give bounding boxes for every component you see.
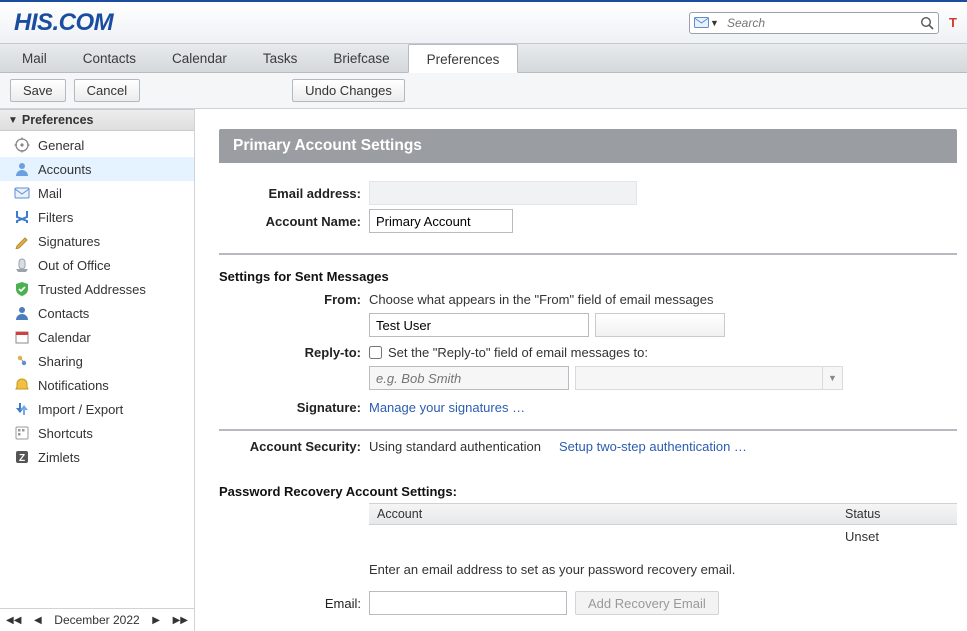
sidebar-item-import-export[interactable]: Import / Export [0,397,194,421]
sharing-icon [14,353,30,369]
search-icon[interactable] [920,16,934,30]
gear-icon [14,137,30,153]
signature-icon [14,233,30,249]
sidebar-item-label: Mail [38,186,62,201]
tab-mail[interactable]: Mail [4,44,65,72]
save-button[interactable]: Save [10,79,66,102]
scope-dropdown-icon[interactable]: ▼ [710,18,719,28]
account-security-label: Account Security: [219,439,369,454]
sidebar-item-accounts[interactable]: Accounts [0,157,194,181]
replyto-checkbox[interactable] [369,346,382,359]
search-field[interactable]: ▼ [689,12,939,34]
recovery-table-status-value: Unset [837,525,957,548]
cal-prev-year-icon[interactable]: ◀◀ [6,615,21,626]
cancel-button[interactable]: Cancel [74,79,140,102]
replyto-name-input [369,366,569,390]
sidebar-item-notifications[interactable]: Notifications [0,373,194,397]
sidebar-item-label: Sharing [38,354,83,369]
sidebar-item-label: Signatures [38,234,100,249]
sidebar-item-label: Calendar [38,330,91,345]
sidebar-item-general[interactable]: General [0,133,194,157]
undo-changes-button[interactable]: Undo Changes [292,79,405,102]
tab-contacts[interactable]: Contacts [65,44,154,72]
sidebar-item-label: Notifications [38,378,109,393]
panel-title: Primary Account Settings [219,129,957,163]
user-initial: T [949,15,957,30]
email-address-label: Email address: [219,186,369,201]
sidebar-item-signatures[interactable]: Signatures [0,229,194,253]
zimlet-icon: Z [14,449,30,465]
recovery-hint: Enter an email address to set as your pa… [369,548,957,587]
sidebar-item-label: Shortcuts [38,426,93,441]
sidebar-item-filters[interactable]: Filters [0,205,194,229]
sidebar-item-label: General [38,138,84,153]
import-export-icon [14,401,30,417]
replyto-label: Reply-to: [219,345,369,360]
sidebar-item-calendar[interactable]: Calendar [0,325,194,349]
manage-signatures-link[interactable]: Manage your signatures … [369,400,525,415]
sidebar-item-label: Out of Office [38,258,111,273]
replyto-dropdown-icon: ▼ [822,367,842,389]
account-name-label: Account Name: [219,214,369,229]
preferences-tree-header[interactable]: ▼ Preferences [0,109,194,131]
recovery-table-account-value [369,525,837,548]
tab-calendar[interactable]: Calendar [154,44,245,72]
account-name-input[interactable] [369,209,513,233]
account-icon [14,161,30,177]
tab-briefcase[interactable]: Briefcase [315,44,407,72]
filter-icon [14,209,30,225]
main-content: Primary Account Settings Email address: … [195,109,967,631]
svg-text:Z: Z [19,453,25,464]
add-recovery-email-button[interactable]: Add Recovery Email [575,591,719,615]
from-name-input[interactable] [369,313,589,337]
bell-icon [14,377,30,393]
sidebar-item-sharing[interactable]: Sharing [0,349,194,373]
replyto-checkbox-label: Set the "Reply-to" field of email messag… [388,345,648,360]
password-recovery-header: Password Recovery Account Settings: [219,476,957,503]
sidebar-item-shortcuts[interactable]: Shortcuts [0,421,194,445]
keyboard-icon [14,425,30,441]
sidebar-item-label: Filters [38,210,73,225]
signature-label: Signature: [219,400,369,415]
cal-month-label: December 2022 [54,613,139,627]
recovery-table-status-header: Status [837,504,957,524]
from-email-select[interactable] [595,313,725,337]
sent-settings-header: Settings for Sent Messages [219,261,957,288]
cal-prev-month-icon[interactable]: ◀ [34,615,42,626]
main-nav: MailContactsCalendarTasksBriefcasePrefer… [0,44,967,73]
calendar-icon [14,329,30,345]
sidebar-item-mail[interactable]: Mail [0,181,194,205]
tab-preferences[interactable]: Preferences [408,44,519,73]
contacts-icon [14,305,30,321]
sidebar-item-label: Contacts [38,306,89,321]
sidebar-item-label: Import / Export [38,402,123,417]
recovery-email-input[interactable] [369,591,567,615]
out-of-office-icon [14,257,30,273]
sidebar-header-label: Preferences [22,113,94,127]
auth-status-text: Using standard authentication [369,439,541,454]
from-label: From: [219,292,369,307]
collapse-icon: ▼ [8,115,18,126]
sidebar-item-label: Trusted Addresses [38,282,146,297]
sidebar-item-trusted-addresses[interactable]: Trusted Addresses [0,277,194,301]
sidebar-item-label: Zimlets [38,450,80,465]
brand-logo: HIS.COM [14,9,113,37]
sidebar-item-contacts[interactable]: Contacts [0,301,194,325]
recovery-table-account-header: Account [369,504,837,524]
cal-next-year-icon[interactable]: ▶▶ [173,615,188,626]
mail-scope-icon [694,17,709,28]
replyto-email-input [576,367,822,389]
email-address-value [369,181,637,205]
search-input[interactable] [723,16,920,30]
sidebar-item-zimlets[interactable]: Z Zimlets [0,445,194,469]
from-hint: Choose what appears in the "From" field … [369,292,725,307]
sidebar-item-out-of-office[interactable]: Out of Office [0,253,194,277]
shield-icon [14,281,30,297]
cal-next-month-icon[interactable]: ▶ [152,615,160,626]
tab-tasks[interactable]: Tasks [245,44,316,72]
mail-icon [14,185,30,201]
recovery-email-label: Email: [219,596,369,611]
sidebar-item-label: Accounts [38,162,91,177]
two-step-auth-link[interactable]: Setup two-step authentication … [559,439,747,454]
